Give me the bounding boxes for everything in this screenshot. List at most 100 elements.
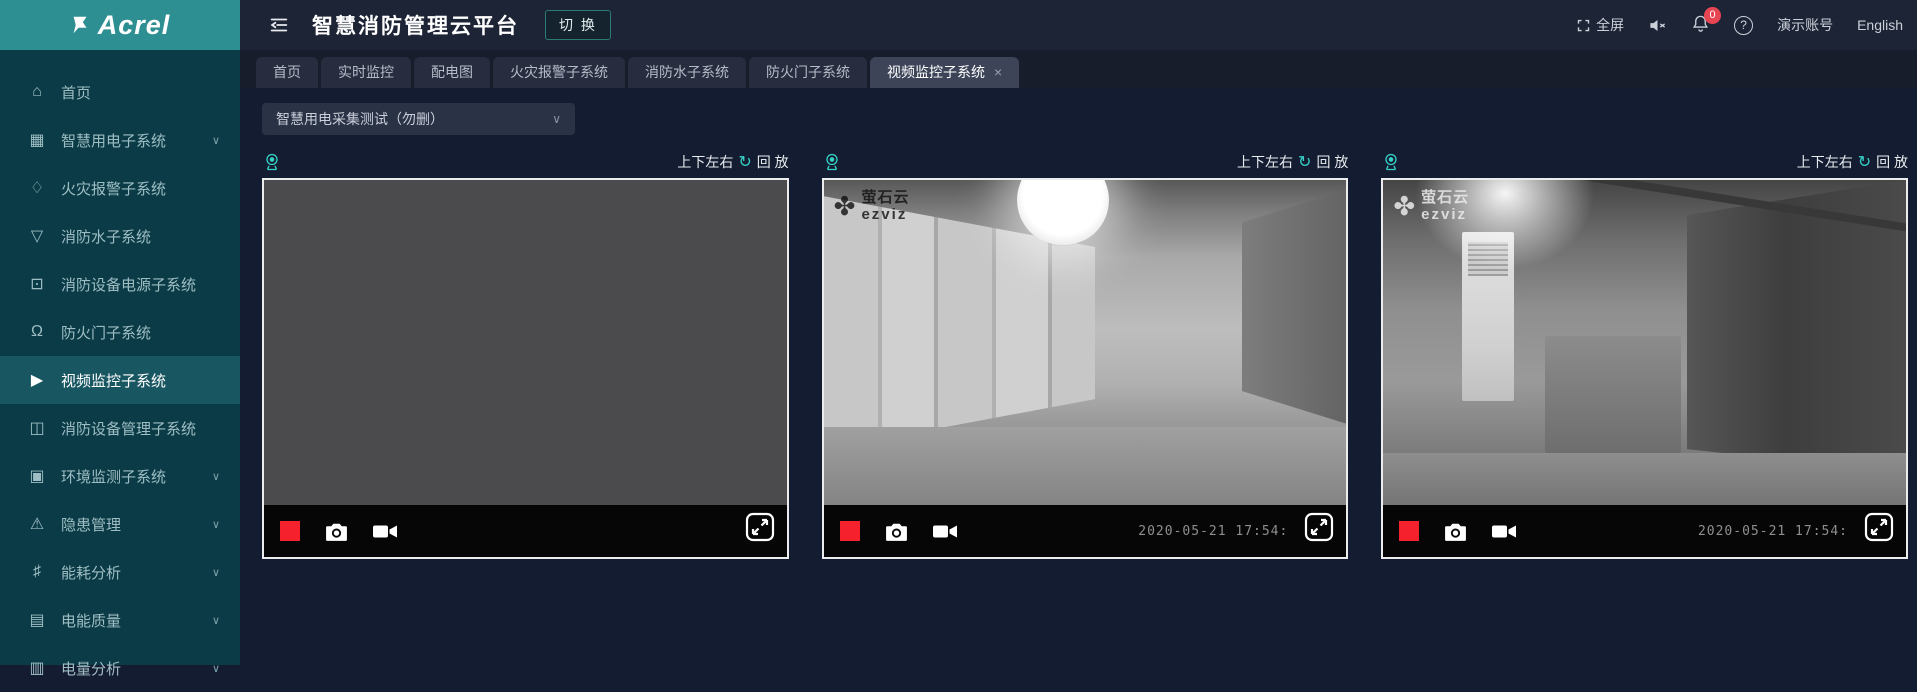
snapshot-button[interactable] bbox=[324, 521, 349, 542]
sidebar-item-fire-door[interactable]: Ω防火门子系统 bbox=[0, 308, 240, 356]
video-play-icon: ▶ bbox=[26, 370, 48, 390]
sidebar-item-equipment-power[interactable]: ⊡消防设备电源子系统 bbox=[0, 260, 240, 308]
ptz-pan-controls[interactable]: 上下左右 bbox=[1237, 152, 1293, 172]
acrel-logo[interactable]: Acrel bbox=[0, 0, 240, 50]
record-video-button[interactable] bbox=[373, 523, 398, 540]
expand-fullscreen-button[interactable] bbox=[1864, 512, 1894, 547]
sidebar-item-power-quality[interactable]: ▤电能质量∨ bbox=[0, 596, 240, 644]
ptz-pan-controls[interactable]: 上下左右 bbox=[1797, 152, 1853, 172]
account-menu[interactable]: 演示账号 bbox=[1777, 15, 1833, 35]
webcam-icon bbox=[262, 152, 282, 172]
chevron-down-icon: ∨ bbox=[212, 662, 220, 675]
close-icon[interactable]: × bbox=[994, 57, 1002, 88]
expand-fullscreen-button[interactable] bbox=[1304, 512, 1334, 547]
language-switch[interactable]: English bbox=[1857, 17, 1903, 33]
menu-fold-icon[interactable] bbox=[268, 13, 292, 37]
photo-camera-icon bbox=[1443, 521, 1468, 542]
ptz-pan-controls[interactable]: 上下左右 bbox=[677, 152, 733, 172]
video-frame-2: ✤ 萤石云 ezviz bbox=[824, 180, 1347, 505]
fullscreen-icon bbox=[1576, 18, 1591, 33]
playback-link[interactable]: 回 放 bbox=[1316, 152, 1348, 172]
grid-icon: ▥ bbox=[26, 658, 48, 678]
home-icon: ⌂ bbox=[26, 83, 48, 101]
sidebar-menu: ⌂首页 ▦智慧用电子系统∨ ♢火灾报警子系统 ▽消防水子系统 ⊡消防设备电源子系… bbox=[0, 50, 240, 692]
page-title: 智慧消防管理云平台 bbox=[312, 10, 519, 40]
record-stop-button[interactable] bbox=[1399, 521, 1419, 541]
video-panel-3: ✤ 萤石云 ezviz bbox=[1381, 178, 1908, 559]
ezviz-clover-icon: ✤ bbox=[1393, 193, 1415, 220]
sidebar-item-fire-alarm[interactable]: ♢火灾报警子系统 bbox=[0, 164, 240, 212]
webcam-icon bbox=[1381, 152, 1401, 172]
camera-3-controls: 上下左右 ↻ 回 放 bbox=[1381, 150, 1908, 174]
sidebar-item-fire-water[interactable]: ▽消防水子系统 bbox=[0, 212, 240, 260]
top-header: 智慧消防管理云平台 切 换 全屏 0 ? 演示账号 English bbox=[240, 0, 1917, 50]
sidebar-item-energy-analysis[interactable]: ♯能耗分析∨ bbox=[0, 548, 240, 596]
sidebar: Acrel ⌂首页 ▦智慧用电子系统∨ ♢火灾报警子系统 ▽消防水子系统 ⊡消防… bbox=[0, 0, 240, 665]
video-scene bbox=[1242, 190, 1347, 424]
fullscreen-button[interactable]: 全屏 bbox=[1576, 15, 1624, 35]
record-video-button[interactable] bbox=[1492, 523, 1517, 540]
video-2-toolbar: 2020-05-21 17:54: bbox=[824, 505, 1347, 557]
sidebar-item-video-monitor[interactable]: ▶视频监控子系统 bbox=[0, 356, 240, 404]
camera-1-column: 上下左右 ↻ 回 放 bbox=[262, 150, 789, 559]
calendar-icon: ▤ bbox=[26, 610, 48, 630]
video-scene bbox=[1545, 336, 1681, 453]
sidebar-item-electricity-analysis[interactable]: ▥电量分析∨ bbox=[0, 644, 240, 692]
tab-fire-alarm[interactable]: 火灾报警子系统 bbox=[493, 57, 625, 88]
record-stop-button[interactable] bbox=[840, 521, 860, 541]
camera-1-controls: 上下左右 ↻ 回 放 bbox=[262, 150, 789, 174]
chevron-down-icon: ∨ bbox=[212, 566, 220, 579]
brand-name: Acrel bbox=[98, 10, 171, 41]
notifications-button[interactable]: 0 bbox=[1691, 14, 1710, 36]
record-video-button[interactable] bbox=[933, 523, 958, 540]
ezviz-watermark: ✤ 萤石云 ezviz bbox=[834, 190, 910, 224]
webcam-icon bbox=[822, 152, 842, 172]
expand-icon bbox=[1304, 512, 1334, 542]
snapshot-button[interactable] bbox=[884, 521, 909, 542]
refresh-icon[interactable]: ↻ bbox=[1858, 152, 1871, 172]
refresh-icon[interactable]: ↻ bbox=[738, 152, 751, 172]
flask-icon: ▽ bbox=[26, 226, 48, 246]
video-camera-icon bbox=[1492, 523, 1517, 540]
tab-video-monitor[interactable]: 视频监控子系统 × bbox=[870, 57, 1019, 88]
tab-distribution-diagram[interactable]: 配电图 bbox=[414, 57, 490, 88]
header-right-group: 全屏 0 ? 演示账号 English bbox=[1576, 14, 1903, 36]
camera-icon: ◫ bbox=[26, 418, 48, 438]
video-panel-1 bbox=[262, 178, 789, 559]
sidebar-item-hazard-mgmt[interactable]: ⚠隐患管理∨ bbox=[0, 500, 240, 548]
refresh-icon[interactable]: ↻ bbox=[1298, 152, 1311, 172]
expand-fullscreen-button[interactable] bbox=[745, 512, 775, 547]
playback-link[interactable]: 回 放 bbox=[1876, 152, 1908, 172]
video-camera-icon bbox=[933, 523, 958, 540]
ezviz-clover-icon: ✤ bbox=[834, 193, 856, 220]
sliders-icon: ♯ bbox=[26, 563, 48, 581]
playback-link[interactable]: 回 放 bbox=[757, 152, 789, 172]
expand-icon bbox=[745, 512, 775, 542]
notification-badge: 0 bbox=[1704, 7, 1721, 24]
snapshot-button[interactable] bbox=[1443, 521, 1468, 542]
tab-home[interactable]: 首页 bbox=[256, 57, 318, 88]
video-frame-3: ✤ 萤石云 ezviz bbox=[1383, 180, 1906, 505]
main-content: 智慧用电采集测试（勿删） ∨ 上下左右 ↻ 回 放 bbox=[240, 88, 1917, 665]
sidebar-item-equipment-mgmt[interactable]: ◫消防设备管理子系统 bbox=[0, 404, 240, 452]
chevron-down-icon: ∨ bbox=[212, 518, 220, 531]
record-stop-button[interactable] bbox=[280, 521, 300, 541]
chart-icon: ▦ bbox=[26, 130, 48, 150]
chevron-down-icon: ∨ bbox=[212, 134, 220, 147]
tab-bar: 首页 实时监控 配电图 火灾报警子系统 消防水子系统 防火门子系统 视频监控子系… bbox=[240, 50, 1917, 88]
video-scene bbox=[1383, 453, 1906, 505]
tab-fire-water[interactable]: 消防水子系统 bbox=[628, 57, 746, 88]
sidebar-item-home[interactable]: ⌂首页 bbox=[0, 68, 240, 116]
site-selector-dropdown[interactable]: 智慧用电采集测试（勿删） ∨ bbox=[262, 103, 575, 135]
sidebar-item-smart-power[interactable]: ▦智慧用电子系统∨ bbox=[0, 116, 240, 164]
switch-button[interactable]: 切 换 bbox=[545, 10, 611, 40]
mute-button[interactable] bbox=[1648, 16, 1667, 35]
help-button[interactable]: ? bbox=[1734, 16, 1753, 35]
sidebar-item-env-monitor[interactable]: ▣环境监测子系统∨ bbox=[0, 452, 240, 500]
video-camera-icon bbox=[373, 523, 398, 540]
tab-realtime-monitor[interactable]: 实时监控 bbox=[321, 57, 411, 88]
tab-fire-door[interactable]: 防火门子系统 bbox=[749, 57, 867, 88]
speaker-mute-icon bbox=[1648, 16, 1667, 35]
acrel-logo-icon bbox=[70, 14, 92, 36]
site-selector-value: 智慧用电采集测试（勿删） bbox=[276, 109, 444, 129]
